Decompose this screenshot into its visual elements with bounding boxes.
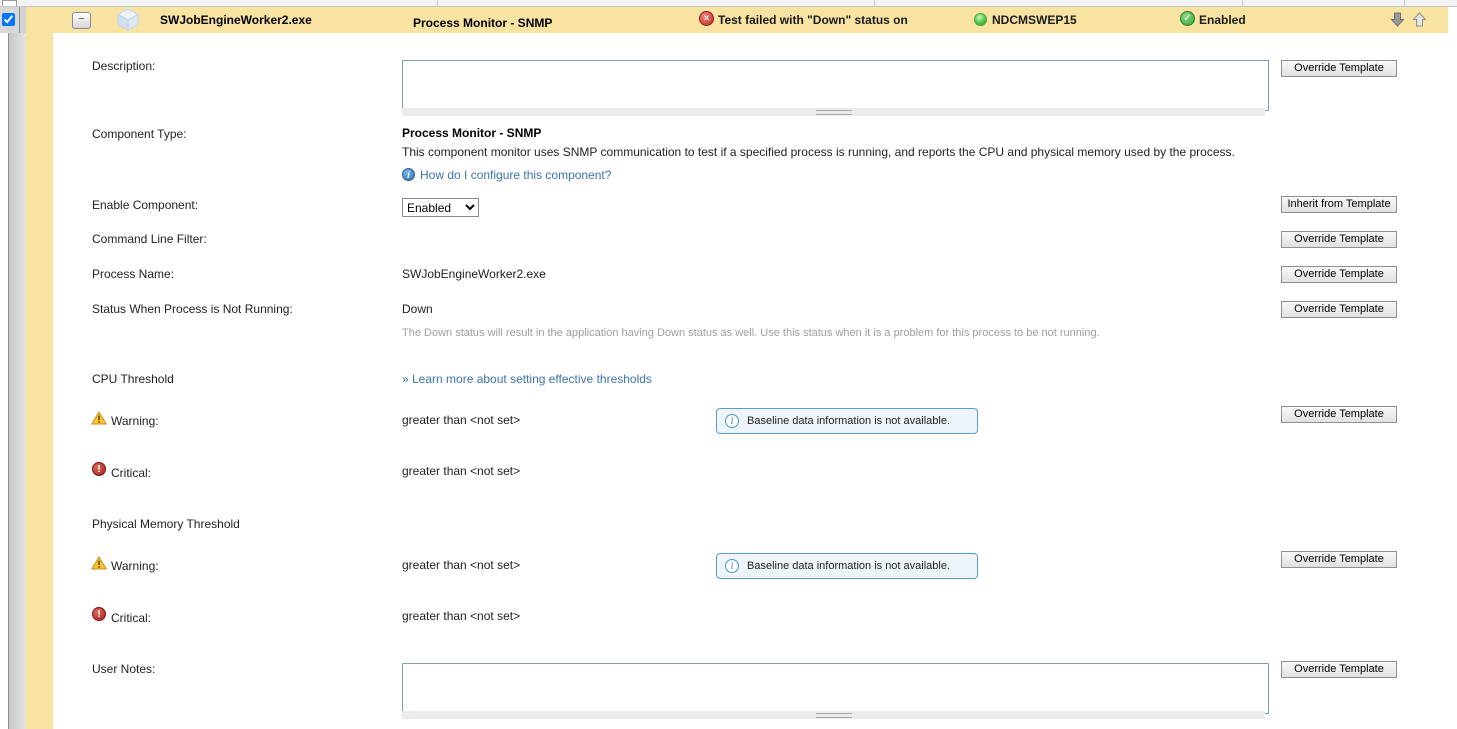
memory-warning-label: Warning:: [111, 559, 159, 573]
memory-critical-value: greater than <not set>: [402, 609, 521, 623]
enable-inherit-button[interactable]: Inherit from Template: [1281, 196, 1397, 213]
status-not-running-help: The Down status will result in the appli…: [402, 327, 1100, 339]
status-not-running-label: Status When Process is Not Running:: [92, 302, 293, 316]
configure-help-link[interactable]: How do I configure this component?: [420, 168, 611, 182]
enable-component-select[interactable]: Enabled: [402, 198, 479, 217]
enabled-check-icon: ✓: [1180, 11, 1195, 26]
process-name-override-button[interactable]: Override Template: [1281, 266, 1397, 283]
row-checkbox[interactable]: [2, 13, 15, 26]
description-override-button[interactable]: Override Template: [1281, 60, 1397, 77]
memory-warning-value: greater than <not set>: [402, 558, 521, 572]
component-type-description: This component monitor uses SNMP communi…: [402, 145, 1235, 159]
memory-baseline-tooltip: i Baseline data information is not avail…: [716, 553, 978, 579]
baseline-info-icon: i: [725, 559, 739, 573]
cpu-warning-override-button[interactable]: Override Template: [1281, 406, 1397, 423]
column-divider: [1404, 0, 1405, 6]
process-name-value: SWJobEngineWorker2.exe: [402, 267, 546, 281]
description-resize-grip[interactable]: [402, 108, 1265, 116]
description-textarea[interactable]: [402, 60, 1269, 111]
status-override-button[interactable]: Override Template: [1281, 301, 1397, 318]
user-notes-textarea[interactable]: [402, 663, 1269, 714]
select-all-checkbox-fragment: [2, 0, 17, 6]
test-failed-icon: ✕: [699, 11, 714, 26]
row-checkbox-cell: [0, 7, 20, 33]
critical-icon: !: [92, 462, 106, 476]
info-icon: i: [402, 168, 415, 181]
user-notes-label: User Notes:: [92, 662, 156, 676]
component-type-header: Process Monitor - SNMP: [413, 16, 553, 30]
column-divider: [1242, 0, 1243, 6]
process-name-label: Process Name:: [92, 267, 175, 281]
description-label: Description:: [92, 59, 156, 73]
critical-icon: !: [92, 607, 106, 621]
collapse-button[interactable]: −: [72, 12, 91, 29]
status-not-running-value: Down: [402, 302, 433, 316]
row-gutter: [20, 7, 26, 33]
test-status-text: Test failed with "Down" status on: [718, 13, 908, 27]
cpu-baseline-tooltip: i Baseline data information is not avail…: [716, 408, 978, 434]
enable-component-label: Enable Component:: [92, 198, 199, 212]
column-divider: [437, 0, 438, 6]
left-gray-rail: [9, 33, 26, 729]
baseline-tooltip-text: Baseline data information is not availab…: [747, 415, 951, 427]
baseline-info-icon: i: [725, 414, 739, 428]
cpu-critical-label: Critical:: [111, 466, 152, 480]
cpu-critical-value: greater than <not set>: [402, 464, 521, 478]
component-cube-icon: [116, 8, 140, 34]
column-divider: [874, 0, 875, 6]
warning-icon: [90, 411, 108, 425]
thresholds-learn-more-link[interactable]: » Learn more about setting effective thr…: [402, 372, 652, 386]
user-notes-resize-grip[interactable]: [402, 711, 1265, 719]
component-type-value: Process Monitor - SNMP: [402, 126, 542, 140]
memory-threshold-label: Physical Memory Threshold: [92, 517, 240, 531]
move-down-icon[interactable]: [1390, 11, 1405, 28]
warning-icon: [90, 556, 108, 570]
node-up-status-icon: [974, 13, 987, 26]
cpu-warning-label: Warning:: [111, 414, 159, 428]
component-header-row: − SWJobEngineWorker2.exe Process Monitor…: [0, 7, 1448, 33]
left-yellow-rail: [26, 33, 53, 729]
move-up-icon[interactable]: [1412, 11, 1427, 28]
component-name: SWJobEngineWorker2.exe: [160, 13, 312, 27]
server-name: NDCMSWEP15: [992, 13, 1077, 27]
baseline-tooltip-text: Baseline data information is not availab…: [747, 560, 951, 572]
column-header-strip: [0, 0, 1457, 7]
cpu-threshold-label: CPU Threshold: [92, 372, 174, 386]
cpu-warning-value: greater than <not set>: [402, 413, 521, 427]
enabled-status-label: Enabled: [1199, 13, 1246, 27]
command-line-override-button[interactable]: Override Template: [1281, 231, 1397, 248]
command-line-filter-label: Command Line Filter:: [92, 232, 207, 246]
memory-critical-label: Critical:: [111, 611, 152, 625]
user-notes-override-button[interactable]: Override Template: [1281, 661, 1397, 678]
component-type-label: Component Type:: [92, 127, 187, 141]
memory-warning-override-button[interactable]: Override Template: [1281, 551, 1397, 568]
